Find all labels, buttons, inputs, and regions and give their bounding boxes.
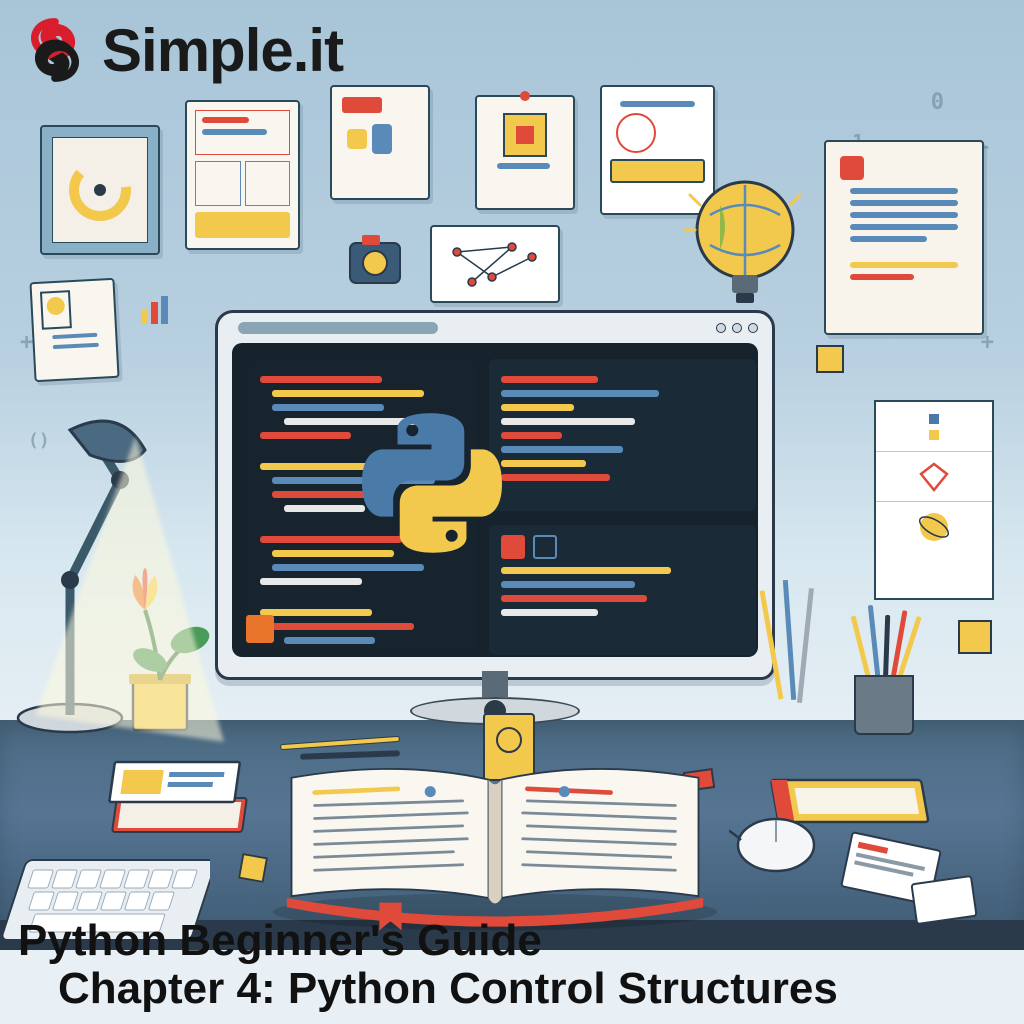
lightbulb-globe-icon [680, 175, 810, 325]
computer-monitor [215, 310, 775, 680]
symbol-zero: 0 [931, 90, 944, 115]
sticky-note-avatar [29, 278, 119, 382]
wall-card-chip [475, 95, 575, 210]
scattered-cards [824, 830, 994, 930]
desk-lamp [10, 400, 190, 740]
editor-pane-bottom-left [489, 525, 756, 655]
chapter-title: Chapter 4: Python Control Structures [58, 964, 838, 1014]
wall-card-network [430, 225, 560, 303]
camera-icon [340, 225, 410, 295]
poster-badges [874, 400, 994, 600]
atom-icon [915, 508, 953, 546]
python-logo-icon [362, 413, 502, 553]
code-editor-screen [232, 343, 758, 657]
wall-card-document [824, 140, 984, 335]
wall-card-glyph [330, 85, 430, 200]
wall-card-gauge [40, 125, 160, 255]
loose-pencils [759, 580, 829, 730]
python-mini-icon [917, 410, 951, 444]
editor-pane-top-left [489, 359, 756, 511]
brand-name: Simple.it [102, 16, 343, 85]
computer-mouse [729, 810, 824, 880]
wall-card-layout [185, 100, 300, 250]
brand-logo-icon [20, 15, 90, 85]
guide-title: Python Beginner's Guide [18, 916, 838, 966]
illustration-scene: Simple.it 0 + 1 + () + [0, 0, 1024, 1024]
diamond-icon [917, 460, 951, 494]
open-book [250, 750, 740, 935]
brand-header: Simple.it [20, 15, 343, 85]
window-titlebar [218, 313, 772, 343]
title-block: Python Beginner's Guide Chapter 4: Pytho… [18, 916, 838, 1014]
pencil-cup [844, 640, 924, 735]
sticky-yellow-1 [958, 620, 992, 654]
mini-chart-icon [135, 290, 175, 330]
sticky-yellow-2 [816, 345, 844, 373]
